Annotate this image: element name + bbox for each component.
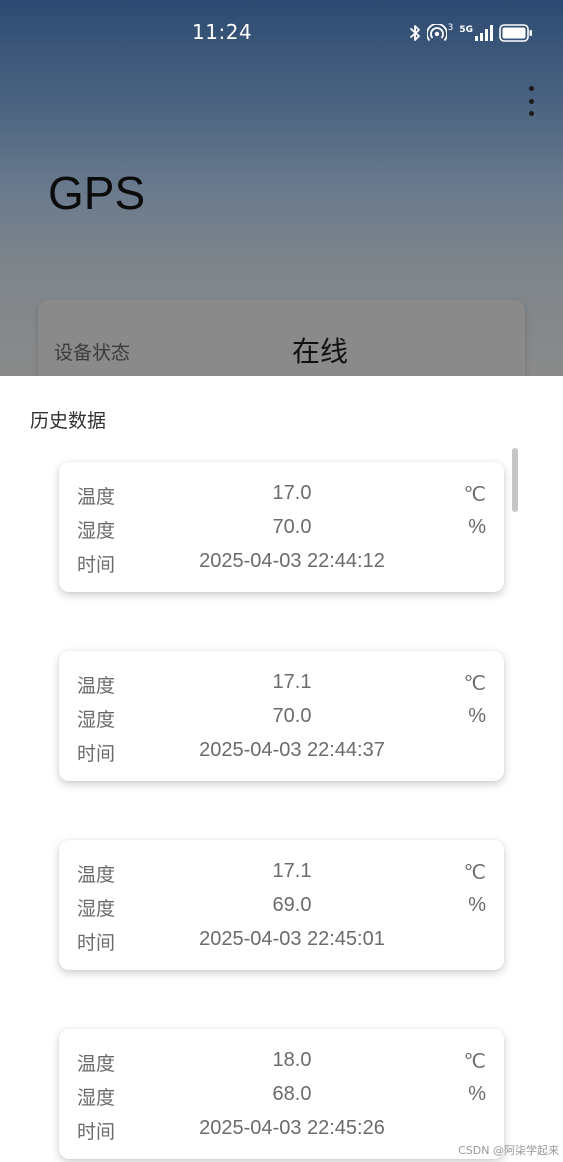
temperature-unit: ℃ <box>463 484 486 506</box>
time-row: 时间 2025-04-03 22:45:01 <box>59 924 504 954</box>
temperature-label: 温度 <box>77 1053 116 1075</box>
humidity-row: 湿度 69.0 % <box>59 890 504 920</box>
history-record-card[interactable]: 温度 17.0 ℃ 湿度 70.0 % 时间 2025-04-03 22:44:… <box>59 462 504 592</box>
time-label: 时间 <box>77 1121 116 1143</box>
history-record-card[interactable]: 温度 17.1 ℃ 湿度 69.0 % 时间 2025-04-03 22:45:… <box>59 840 504 970</box>
humidity-value: 70.0 <box>272 705 312 727</box>
temperature-unit: ℃ <box>463 1051 486 1073</box>
menu-dot <box>528 98 534 104</box>
temperature-row: 温度 17.0 ℃ <box>59 478 504 508</box>
temperature-unit: ℃ <box>463 673 486 695</box>
temperature-value: 17.1 <box>272 671 312 693</box>
temperature-row: 温度 17.1 ℃ <box>59 667 504 697</box>
network-type-label: 5G <box>459 25 473 35</box>
history-title: 历史数据 <box>30 410 107 432</box>
humidity-label: 湿度 <box>77 520 116 542</box>
history-record-card[interactable]: 温度 17.1 ℃ 湿度 70.0 % 时间 2025-04-03 22:44:… <box>59 651 504 781</box>
time-value: 2025-04-03 22:44:12 <box>199 550 385 572</box>
humidity-row: 湿度 70.0 % <box>59 701 504 731</box>
humidity-unit: % <box>468 705 486 727</box>
time-label: 时间 <box>77 554 116 576</box>
humidity-row: 湿度 70.0 % <box>59 512 504 542</box>
humidity-unit: % <box>468 1083 486 1105</box>
hotspot-badge: 3 <box>447 23 454 33</box>
time-label: 时间 <box>77 932 116 954</box>
time-row: 时间 2025-04-03 22:44:37 <box>59 735 504 765</box>
time-row: 时间 2025-04-03 22:45:26 <box>59 1113 504 1143</box>
humidity-label: 湿度 <box>77 898 116 920</box>
temperature-value: 17.1 <box>272 860 312 882</box>
menu-dot <box>528 111 534 116</box>
cellular-signal-icon: 5G <box>459 25 493 41</box>
humidity-value: 70.0 <box>272 516 312 538</box>
status-time: 11:24 <box>192 20 253 44</box>
hotspot-icon: 3 <box>426 23 454 42</box>
temperature-unit: ℃ <box>463 862 486 884</box>
humidity-label: 湿度 <box>77 709 116 731</box>
humidity-unit: % <box>468 894 486 916</box>
humidity-unit: % <box>468 516 486 538</box>
scrollbar-thumb[interactable] <box>512 448 518 512</box>
temperature-row: 温度 17.1 ℃ <box>59 856 504 886</box>
time-value: 2025-04-03 22:45:26 <box>199 1117 385 1139</box>
time-value: 2025-04-03 22:44:37 <box>199 739 385 761</box>
time-label: 时间 <box>77 743 116 765</box>
history-record-card[interactable]: 温度 18.0 ℃ 湿度 68.0 % 时间 2025-04-03 22:45:… <box>59 1029 504 1159</box>
temperature-row: 温度 18.0 ℃ <box>59 1045 504 1075</box>
humidity-value: 69.0 <box>272 894 312 916</box>
status-bar: 11:24 3 5G <box>0 0 563 66</box>
history-bottom-sheet[interactable]: 历史数据 温度 17.0 ℃ 湿度 70.0 % 时间 2025-04-03 2… <box>0 376 563 1162</box>
time-row: 时间 2025-04-03 22:44:12 <box>59 546 504 576</box>
humidity-value: 68.0 <box>272 1083 312 1105</box>
time-value: 2025-04-03 22:45:01 <box>199 928 385 950</box>
humidity-label: 湿度 <box>77 1087 116 1109</box>
device-status-label: 设备状态 <box>54 342 131 364</box>
page-title: GPS <box>48 167 146 219</box>
more-vert-icon[interactable] <box>525 86 537 116</box>
battery-icon <box>499 24 533 42</box>
status-icons: 3 5G <box>409 22 533 44</box>
watermark: CSDN @阿柒学起来 <box>458 1144 559 1157</box>
device-status-value: 在线 <box>292 335 349 368</box>
humidity-row: 湿度 68.0 % <box>59 1079 504 1109</box>
menu-dot <box>528 86 534 91</box>
temperature-label: 温度 <box>77 864 116 886</box>
bluetooth-icon <box>409 24 421 42</box>
temperature-value: 17.0 <box>272 482 312 504</box>
temperature-label: 温度 <box>77 486 116 508</box>
temperature-label: 温度 <box>77 675 116 697</box>
temperature-value: 18.0 <box>272 1049 312 1071</box>
